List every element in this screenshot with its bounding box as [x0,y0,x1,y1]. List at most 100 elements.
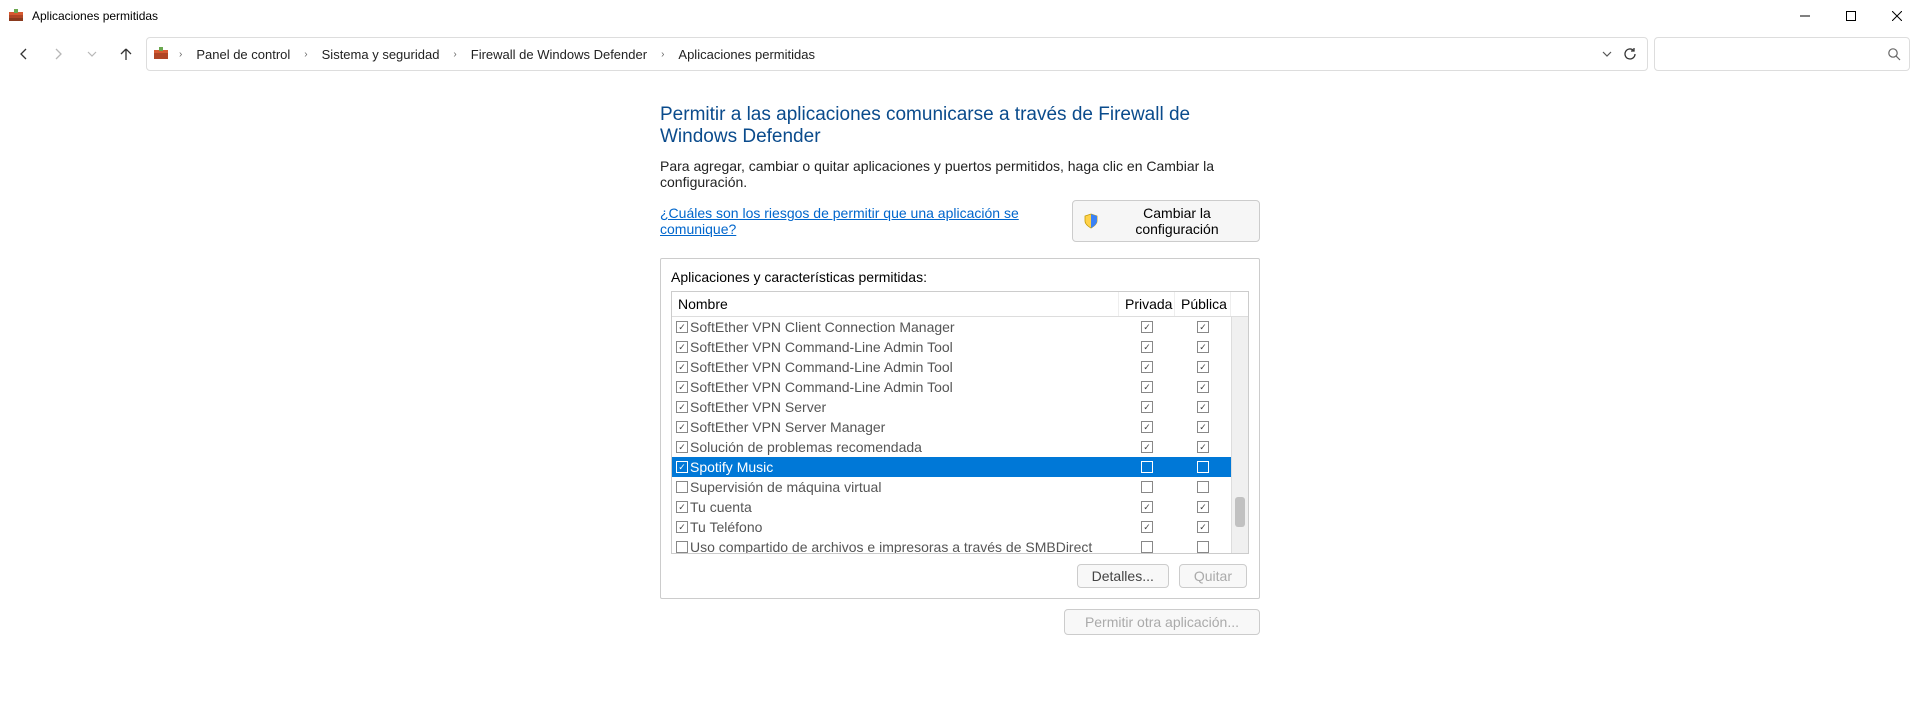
checkbox[interactable] [676,461,688,473]
close-button[interactable] [1874,0,1920,32]
apps-list: Nombre Privada Pública SoftEther VPN Cli… [671,291,1249,554]
checkbox[interactable] [1141,461,1153,473]
recent-dropdown-button[interactable] [78,40,106,68]
risk-link[interactable]: ¿Cuáles son los riesgos de permitir que … [660,205,1072,237]
search-icon [1887,47,1901,61]
change-settings-button[interactable]: Cambiar la configuración [1072,200,1260,242]
checkbox[interactable] [1197,361,1209,373]
checkbox[interactable] [1197,441,1209,453]
checkbox[interactable] [676,541,688,553]
chevron-right-icon[interactable]: › [300,49,311,60]
list-header: Nombre Privada Pública [672,292,1248,317]
chevron-right-icon[interactable]: › [449,49,460,60]
checkbox[interactable] [1197,521,1209,533]
table-row[interactable]: Uso compartido de archivos e impresoras … [672,537,1248,553]
checkbox[interactable] [1141,321,1153,333]
table-row[interactable]: SoftEther VPN Command-Line Admin Tool [672,357,1248,377]
breadcrumb-item[interactable]: Panel de control [192,43,294,66]
window-controls [1782,0,1920,32]
back-button[interactable] [10,40,38,68]
table-row[interactable]: SoftEther VPN Server Manager [672,417,1248,437]
chevron-down-icon[interactable] [1601,48,1613,60]
breadcrumb-item[interactable]: Sistema y seguridad [318,43,444,66]
checkbox[interactable] [1141,381,1153,393]
checkbox[interactable] [676,321,688,333]
app-name: Tu Teléfono [690,519,762,535]
table-row[interactable]: Solución de problemas recomendada [672,437,1248,457]
window-title: Aplicaciones permitidas [32,9,158,23]
app-name: Solución de problemas recomendada [690,439,922,455]
app-name: SoftEther VPN Server Manager [690,419,885,435]
checkbox[interactable] [1141,441,1153,453]
maximize-button[interactable] [1828,0,1874,32]
address-bar[interactable]: › Panel de control › Sistema y seguridad… [146,37,1648,71]
app-name: SoftEther VPN Command-Line Admin Tool [690,339,953,355]
checkbox[interactable] [676,341,688,353]
change-settings-label: Cambiar la configuración [1105,205,1249,237]
column-name[interactable]: Nombre [672,292,1119,316]
app-name: SoftEther VPN Client Connection Manager [690,319,955,335]
chevron-right-icon[interactable]: › [657,49,668,60]
app-name: SoftEther VPN Server [690,399,826,415]
details-button[interactable]: Detalles... [1077,564,1169,588]
checkbox[interactable] [676,501,688,513]
checkbox[interactable] [676,361,688,373]
checkbox[interactable] [1197,381,1209,393]
checkbox[interactable] [1197,421,1209,433]
column-private[interactable]: Privada [1119,292,1175,316]
checkbox[interactable] [1141,481,1153,493]
app-name: Spotify Music [690,459,773,475]
allow-another-app-button[interactable]: Permitir otra aplicación... [1064,609,1260,635]
forward-button[interactable] [44,40,72,68]
checkbox[interactable] [676,381,688,393]
table-row[interactable]: SoftEther VPN Command-Line Admin Tool [672,377,1248,397]
checkbox[interactable] [1141,361,1153,373]
scrollbar[interactable] [1231,317,1248,553]
checkbox[interactable] [1141,401,1153,413]
breadcrumb-item[interactable]: Firewall de Windows Defender [467,43,651,66]
list-body[interactable]: SoftEther VPN Client Connection Manager S… [672,317,1248,553]
search-input[interactable] [1654,37,1910,71]
checkbox[interactable] [1197,541,1209,553]
checkbox[interactable] [1197,401,1209,413]
remove-button[interactable]: Quitar [1179,564,1247,588]
table-row[interactable]: Supervisión de máquina virtual [672,477,1248,497]
table-row[interactable]: Tu cuenta [672,497,1248,517]
table-row[interactable]: SoftEther VPN Client Connection Manager [672,317,1248,337]
titlebar-left: Aplicaciones permitidas [8,8,158,24]
checkbox[interactable] [1141,521,1153,533]
checkbox[interactable] [676,441,688,453]
group-label: Aplicaciones y características permitida… [671,269,1249,285]
checkbox[interactable] [676,421,688,433]
checkbox[interactable] [676,401,688,413]
checkbox[interactable] [1197,461,1209,473]
allowed-apps-group: Aplicaciones y características permitida… [660,258,1260,599]
checkbox[interactable] [676,481,688,493]
checkbox[interactable] [1141,501,1153,513]
checkbox[interactable] [1141,341,1153,353]
scrollbar-thumb[interactable] [1235,497,1245,527]
breadcrumb-item[interactable]: Aplicaciones permitidas [674,43,819,66]
checkbox[interactable] [1141,421,1153,433]
chevron-right-icon[interactable]: › [175,49,186,60]
checkbox[interactable] [1197,321,1209,333]
firewall-icon [8,8,24,24]
up-button[interactable] [112,40,140,68]
table-row[interactable]: Tu Teléfono [672,517,1248,537]
app-name: Supervisión de máquina virtual [690,479,881,495]
nav-row: › Panel de control › Sistema y seguridad… [0,32,1920,76]
checkbox[interactable] [1197,481,1209,493]
checkbox[interactable] [1197,341,1209,353]
table-row[interactable]: Spotify Music [672,457,1248,477]
table-row[interactable]: SoftEther VPN Command-Line Admin Tool [672,337,1248,357]
app-name: SoftEther VPN Command-Line Admin Tool [690,379,953,395]
minimize-button[interactable] [1782,0,1828,32]
page-subtext: Para agregar, cambiar o quitar aplicacio… [660,158,1260,190]
firewall-icon [153,46,169,62]
checkbox[interactable] [1141,541,1153,553]
refresh-icon[interactable] [1623,47,1637,61]
table-row[interactable]: SoftEther VPN Server [672,397,1248,417]
checkbox[interactable] [1197,501,1209,513]
column-public[interactable]: Pública [1175,292,1231,316]
checkbox[interactable] [676,521,688,533]
